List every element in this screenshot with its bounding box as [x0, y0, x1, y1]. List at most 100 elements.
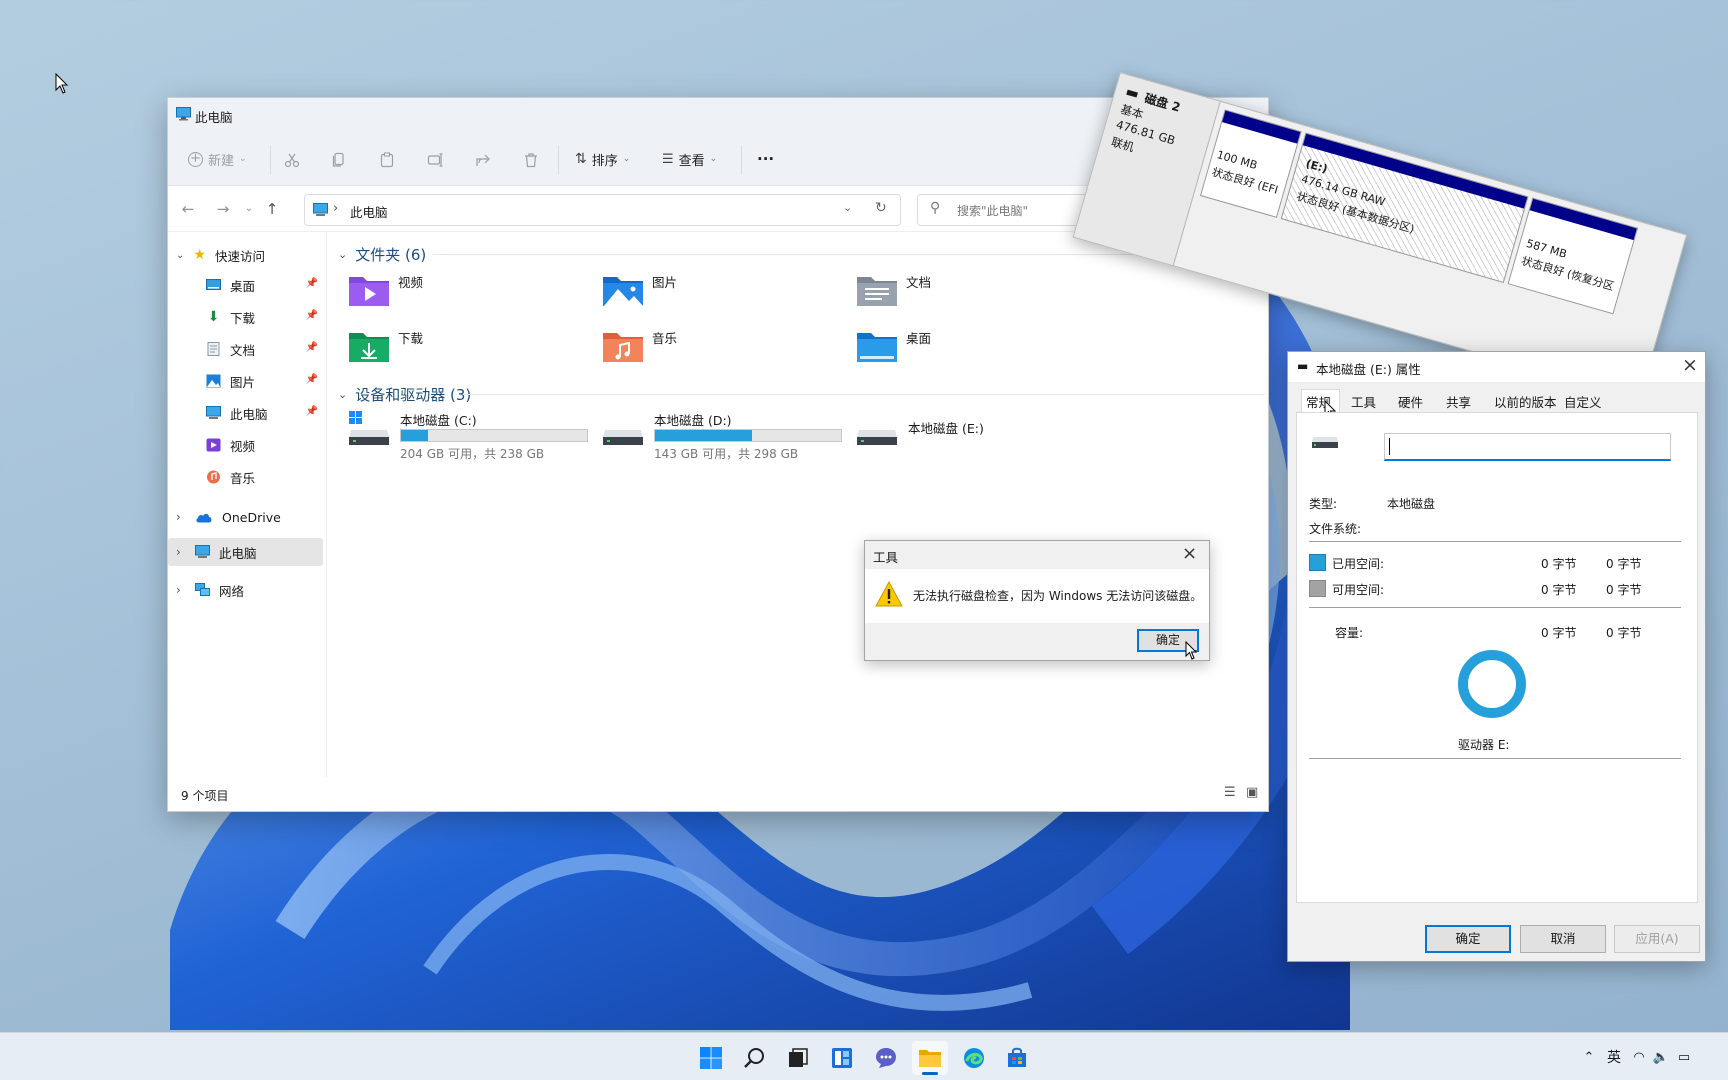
folder-label: 视频	[398, 275, 424, 290]
drive-item-c[interactable]: 本地磁盘 (C:) 204 GB 可用，共 238 GB	[348, 410, 593, 461]
view-button[interactable]: ☰ 查看 ⌄	[662, 147, 717, 171]
sidebar-item-music[interactable]: 音乐	[206, 464, 327, 490]
tab-previous-versions[interactable]: 以前的版本	[1494, 392, 1557, 411]
music-folder-icon	[603, 333, 643, 362]
sidebar-item-pictures[interactable]: 图片 📌	[206, 368, 327, 394]
drives-group-header[interactable]: ⌄ 设备和驱动器 (3)	[338, 384, 471, 405]
cancel-button[interactable]: 取消	[1520, 925, 1606, 953]
tab-customize[interactable]: 自定义	[1564, 392, 1602, 411]
downloads-folder-icon	[349, 333, 389, 362]
active-indicator	[922, 1072, 938, 1075]
capacity-bytes: 0 字节	[1541, 626, 1577, 640]
search-icon: ⚲	[930, 200, 941, 216]
folder-item-videos[interactable]: 视频	[348, 272, 423, 316]
sidebar-item-network[interactable]: › 网络	[176, 577, 244, 603]
drive-usage-bar	[400, 429, 588, 442]
share-icon[interactable]	[475, 152, 491, 168]
folder-item-music[interactable]: 音乐	[602, 328, 677, 372]
folder-item-pictures[interactable]: 图片	[602, 272, 677, 316]
content-pane: ⌄ 文件夹 (6) 视频 图片 文档 下载 音乐 桌面 ⌄ 设备和驱动器 (3)…	[328, 232, 1270, 777]
drive-free-space: 204 GB 可用，共 238 GB	[400, 447, 545, 461]
widgets-icon[interactable]	[824, 1041, 860, 1075]
address-bar[interactable]: › 此电脑 ⌄ ↻	[304, 194, 901, 226]
sidebar-item-quick-access[interactable]: ⌄ ★ 快速访问	[176, 242, 265, 268]
windows-start-icon[interactable]	[693, 1041, 729, 1075]
address-history-chevron-icon[interactable]: ⌄	[843, 201, 852, 214]
task-view-icon[interactable]	[780, 1041, 816, 1075]
delete-icon[interactable]	[523, 152, 539, 168]
warning-icon	[875, 581, 903, 607]
edge-icon[interactable]	[956, 1041, 992, 1075]
partition-recovery[interactable]: 587 MB 状态良好 (恢复分区	[1507, 197, 1639, 315]
divider	[1309, 607, 1681, 608]
sort-button[interactable]: ⇅ 排序 ⌄	[575, 147, 630, 171]
breadcrumb[interactable]: 此电脑	[350, 202, 388, 221]
sidebar-item-this-pc-pinned[interactable]: 此电脑 📌	[206, 400, 327, 426]
sidebar-item-documents[interactable]: 文档 📌	[206, 336, 327, 362]
close-icon[interactable]: ×	[1182, 543, 1197, 564]
divider	[1309, 758, 1681, 759]
input-method-indicator[interactable]: 英	[1600, 1047, 1628, 1067]
system-tray: ⌃ 英 ◠ 🔈 ▭	[1578, 1033, 1696, 1080]
pictures-icon	[206, 374, 221, 388]
volume-label-input[interactable]	[1384, 433, 1671, 461]
chevron-down-icon: ⌄	[239, 154, 247, 164]
store-icon[interactable]	[999, 1041, 1035, 1075]
apply-button[interactable]: 应用(A)	[1614, 925, 1700, 953]
details-view-icon[interactable]: ☰	[1224, 785, 1236, 800]
breadcrumb-chevron-icon: ›	[333, 201, 339, 216]
folder-item-downloads[interactable]: 下载	[348, 328, 423, 372]
video-folder-icon	[349, 277, 389, 306]
new-button[interactable]: + 新建 ⌄	[188, 147, 247, 171]
copy-icon[interactable]	[331, 152, 347, 168]
chevron-down-icon: ⌄	[338, 248, 348, 261]
sidebar-item-downloads[interactable]: ⬇ 下载 📌	[206, 304, 327, 330]
tab-sharing[interactable]: 共享	[1446, 392, 1471, 411]
tab-hardware[interactable]: 硬件	[1398, 392, 1423, 411]
partition-data-e[interactable]: (E:) 476.14 GB RAW 状态良好 (基本数据分区)	[1280, 132, 1529, 283]
paste-icon[interactable]	[379, 152, 395, 168]
search-icon[interactable]	[737, 1041, 773, 1075]
wifi-icon[interactable]: ◠	[1628, 1050, 1650, 1065]
chat-icon[interactable]	[868, 1041, 904, 1075]
folder-item-desktop[interactable]: 桌面	[856, 328, 931, 372]
desktop-folder-icon	[857, 333, 897, 362]
tab-tools[interactable]: 工具	[1351, 392, 1376, 411]
volume-icon[interactable]: 🔈	[1650, 1050, 1672, 1065]
dialog-title: 本地磁盘 (E:) 属性	[1316, 362, 1421, 377]
back-arrow-icon[interactable]: ←	[177, 198, 199, 220]
sidebar-item-videos[interactable]: 视频	[206, 432, 327, 458]
sidebar-item-onedrive[interactable]: › OneDrive	[176, 504, 281, 530]
more-options-button[interactable]: ···	[757, 147, 774, 171]
sidebar-item-label: 此电脑	[230, 406, 268, 422]
drive-icon	[603, 430, 643, 445]
cut-icon[interactable]	[284, 152, 300, 168]
chevron-right-icon: ›	[176, 510, 181, 524]
network-icon	[195, 583, 210, 596]
ok-button[interactable]: 确定	[1425, 925, 1511, 953]
close-icon[interactable]: ×	[1682, 354, 1698, 376]
show-hidden-icons-chevron-icon[interactable]: ⌃	[1578, 1050, 1600, 1065]
partition-status: 状态良好 (恢复分区	[1519, 254, 1616, 294]
folder-item-documents[interactable]: 文档	[856, 272, 931, 316]
battery-icon[interactable]: ▭	[1672, 1050, 1696, 1065]
used-space-size: 0 字节	[1606, 557, 1642, 571]
recent-locations-chevron-icon[interactable]: ⌄	[238, 198, 260, 220]
toolbar-divider	[741, 146, 742, 174]
refresh-icon[interactable]: ↻	[875, 200, 887, 216]
up-arrow-icon[interactable]: ↑	[261, 198, 283, 220]
drive-item-d[interactable]: 本地磁盘 (D:) 143 GB 可用，共 298 GB	[602, 410, 847, 461]
file-explorer-icon[interactable]	[912, 1041, 948, 1075]
folders-group-header[interactable]: ⌄ 文件夹 (6)	[338, 244, 426, 265]
drive-item-e[interactable]: 本地磁盘 (E:)	[856, 410, 1101, 456]
sidebar-item-this-pc[interactable]: › 此电脑	[168, 538, 323, 566]
divider	[1309, 541, 1681, 542]
large-icons-view-icon[interactable]: ▣	[1246, 785, 1258, 800]
mouse-cursor	[1185, 641, 1198, 660]
pin-icon: 📌	[305, 374, 318, 385]
rename-icon[interactable]	[427, 152, 443, 168]
sidebar-item-desktop[interactable]: 桌面 📌	[206, 272, 327, 298]
forward-arrow-icon[interactable]: →	[212, 198, 234, 220]
pictures-folder-icon	[603, 277, 643, 306]
group-title: 设备和驱动器 (3)	[355, 386, 472, 404]
